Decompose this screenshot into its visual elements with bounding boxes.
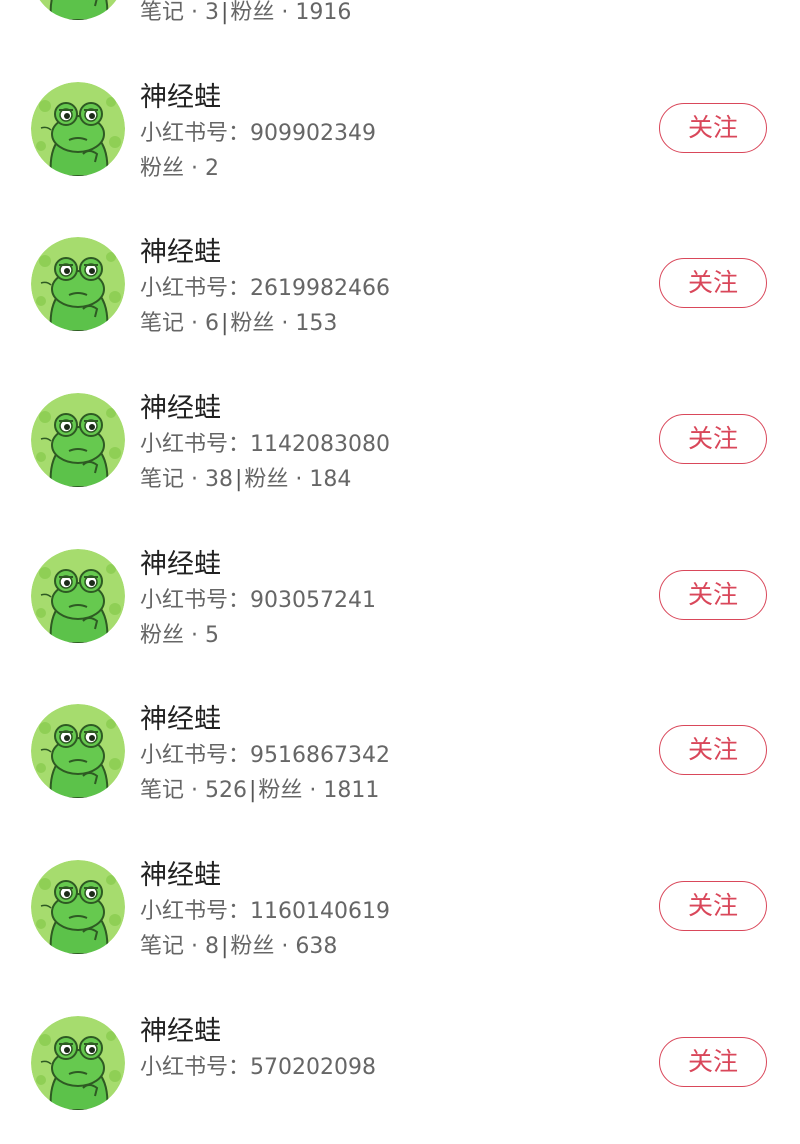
- user-name[interactable]: 神经蛙: [140, 860, 221, 892]
- fans-label: 粉丝 ·: [244, 467, 310, 493]
- frog-avatar-icon: [31, 704, 125, 799]
- user-name[interactable]: 神经蛙: [140, 549, 221, 581]
- user-stats: 笔记 · 3|粉丝 · 1916: [140, 0, 351, 27]
- user-name[interactable]: 神经蛙: [140, 237, 221, 269]
- user-id-line: 小红书号：909902349: [140, 120, 376, 148]
- list-item[interactable]: 神经蛙 小红书号：9516867342 笔记 · 526|粉丝 · 1811 关…: [0, 676, 800, 832]
- fans-label: 粉丝 ·: [230, 934, 296, 960]
- notes-label: 笔记 ·: [140, 311, 205, 337]
- user-name[interactable]: 神经蛙: [140, 393, 221, 425]
- list-item[interactable]: 神经蛙 小红书号：903057241 粉丝 · 5 关注: [0, 521, 800, 677]
- follow-button[interactable]: 关注: [659, 881, 767, 932]
- notes-label: 笔记 ·: [140, 778, 205, 804]
- fans-label: 粉丝 ·: [140, 622, 205, 648]
- avatar[interactable]: [31, 860, 125, 955]
- user-list: 神经蛙 小红书号： 笔记 · 3|粉丝 · 1916 关注: [0, 0, 800, 1144]
- avatar[interactable]: [31, 704, 125, 799]
- user-id-label: 小红书号：: [140, 1054, 251, 1080]
- fans-label: 粉丝 ·: [258, 778, 324, 804]
- user-id: 570202098: [250, 1054, 376, 1080]
- user-id: 903057241: [250, 587, 376, 613]
- avatar[interactable]: [31, 237, 125, 332]
- notes-label: 笔记 ·: [140, 467, 205, 493]
- user-id: 1160140619: [250, 899, 390, 925]
- fans-count: 2: [204, 155, 219, 181]
- fans-label: 粉丝 ·: [230, 311, 296, 337]
- frog-avatar-icon: [31, 393, 125, 488]
- follow-button[interactable]: 关注: [659, 725, 767, 776]
- user-id-label: 小红书号：: [140, 743, 251, 769]
- user-stats: 笔记 · 38|粉丝 · 184: [140, 466, 351, 494]
- list-item[interactable]: 神经蛙 小红书号：909902349 粉丝 · 2 关注: [0, 54, 800, 210]
- avatar[interactable]: [31, 0, 125, 20]
- stats-divider: |: [220, 934, 229, 960]
- user-id-line: 小红书号：1160140619: [140, 898, 390, 926]
- follow-button[interactable]: 关注: [659, 102, 767, 153]
- frog-avatar-icon: [31, 81, 125, 176]
- user-id-line: 小红书号：9516867342: [140, 742, 390, 770]
- notes-count: 3: [204, 0, 219, 25]
- user-id: 1142083080: [250, 432, 390, 458]
- user-id-label: 小红书号：: [140, 276, 251, 302]
- user-id-line: 小红书号：2619982466: [140, 275, 390, 303]
- notes-count: 38: [204, 467, 233, 493]
- user-id: 9516867342: [250, 743, 390, 769]
- user-stats: 粉丝 · 2: [140, 155, 219, 183]
- fans-label: 粉丝 ·: [230, 0, 296, 25]
- follow-button[interactable]: 关注: [659, 1036, 767, 1087]
- fans-count: 1811: [323, 778, 380, 804]
- user-id-label: 小红书号：: [140, 587, 251, 613]
- list-item[interactable]: 神经蛙 小红书号：2619982466 笔记 · 6|粉丝 · 153 关注: [0, 209, 800, 365]
- frog-avatar-icon: [31, 0, 125, 20]
- fans-label: 粉丝 ·: [140, 155, 205, 181]
- stats-divider: |: [220, 0, 229, 25]
- avatar[interactable]: [31, 548, 125, 643]
- fans-count: 638: [295, 934, 338, 960]
- frog-avatar-icon: [31, 860, 125, 955]
- user-id-line: 小红书号：1142083080: [140, 431, 390, 459]
- follow-button[interactable]: 关注: [659, 569, 767, 620]
- fans-count: 5: [204, 622, 219, 648]
- fans-count: 184: [309, 467, 352, 493]
- avatar[interactable]: [31, 393, 125, 488]
- user-id-line: 小红书号：570202098: [140, 1054, 376, 1082]
- user-id-label: 小红书号：: [140, 120, 251, 146]
- stats-divider: |: [248, 778, 257, 804]
- user-id-line: 小红书号：903057241: [140, 587, 376, 615]
- fans-count: 1916: [295, 0, 352, 25]
- notes-count: 8: [204, 934, 219, 960]
- user-stats: 笔记 · 6|粉丝 · 153: [140, 310, 337, 338]
- user-id: 909902349: [250, 120, 376, 146]
- notes-label: 笔记 ·: [140, 0, 205, 25]
- user-name[interactable]: 神经蛙: [140, 82, 221, 114]
- stats-divider: |: [234, 467, 243, 493]
- list-item[interactable]: 神经蛙 小红书号：1160140619 笔记 · 8|粉丝 · 638 关注: [0, 832, 800, 988]
- user-name[interactable]: 神经蛙: [140, 1016, 221, 1048]
- list-item[interactable]: 神经蛙 小红书号： 笔记 · 3|粉丝 · 1916 关注: [0, 0, 800, 54]
- user-id-label: 小红书号：: [140, 432, 251, 458]
- frog-avatar-icon: [31, 1015, 125, 1110]
- frog-avatar-icon: [31, 548, 125, 643]
- avatar[interactable]: [31, 1015, 125, 1110]
- avatar[interactable]: [31, 81, 125, 176]
- frog-avatar-icon: [31, 237, 125, 332]
- user-id-label: 小红书号：: [140, 899, 251, 925]
- fans-count: 153: [295, 311, 338, 337]
- user-stats: 笔记 · 526|粉丝 · 1811: [140, 777, 379, 805]
- list-item[interactable]: 神经蛙 小红书号：1142083080 笔记 · 38|粉丝 · 184 关注: [0, 365, 800, 521]
- stats-divider: |: [220, 311, 229, 337]
- follow-button[interactable]: 关注: [659, 258, 767, 309]
- notes-label: 笔记 ·: [140, 934, 205, 960]
- user-stats: 粉丝 · 5: [140, 622, 219, 650]
- user-stats: 笔记 · 8|粉丝 · 638: [140, 933, 337, 961]
- notes-count: 526: [204, 778, 247, 804]
- follow-button[interactable]: 关注: [659, 414, 767, 465]
- user-name[interactable]: 神经蛙: [140, 704, 221, 736]
- notes-count: 6: [204, 311, 219, 337]
- user-id: 2619982466: [250, 276, 390, 302]
